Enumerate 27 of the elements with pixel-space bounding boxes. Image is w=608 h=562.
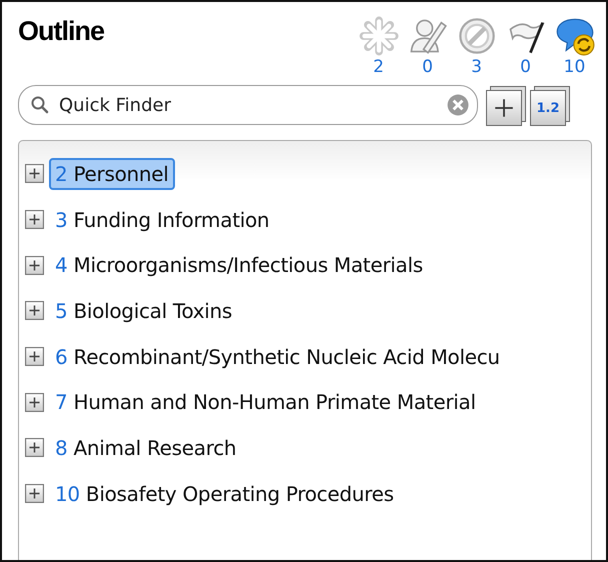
plus-icon: [493, 97, 515, 119]
outline-item[interactable]: 5 Biological Toxins: [49, 294, 238, 327]
outline-item[interactable]: 4 Microorganisms/Infectious Materials: [49, 249, 429, 282]
search-field[interactable]: Quick Finder: [18, 85, 478, 125]
outline-item[interactable]: 3 Funding Information: [49, 204, 276, 236]
search-icon: [30, 95, 50, 115]
panel-title: Outline: [18, 16, 104, 47]
filter-count: 0: [520, 56, 531, 78]
filter-count: 2: [373, 56, 384, 78]
expand-toggle[interactable]: [25, 347, 44, 366]
expand-toggle[interactable]: [25, 210, 44, 230]
outline-item[interactable]: 10 Biosafety Operating Procedures: [49, 478, 400, 510]
outline-item[interactable]: 6 Recombinant/Synthetic Nucleic Acid Molecu: [49, 340, 506, 373]
expand-toggle[interactable]: [25, 484, 44, 504]
outline-item[interactable]: 8 Animal Research: [49, 432, 242, 464]
expand-toggle[interactable]: [25, 164, 44, 184]
chat-sync-icon[interactable]: [554, 16, 594, 56]
outline-item[interactable]: 7 Human and Non-Human Primate Material: [49, 386, 482, 418]
outline-item[interactable]: 2 Personnel: [49, 158, 175, 190]
clear-icon[interactable]: [447, 94, 469, 116]
filter-count: 10: [564, 56, 586, 78]
filter-count: 0: [422, 56, 433, 78]
expand-toggle[interactable]: [25, 392, 44, 412]
expand-toggle[interactable]: [25, 301, 44, 320]
filter-count: 3: [471, 56, 482, 78]
expand-toggle[interactable]: [25, 438, 44, 458]
expand-toggle[interactable]: [25, 256, 44, 275]
